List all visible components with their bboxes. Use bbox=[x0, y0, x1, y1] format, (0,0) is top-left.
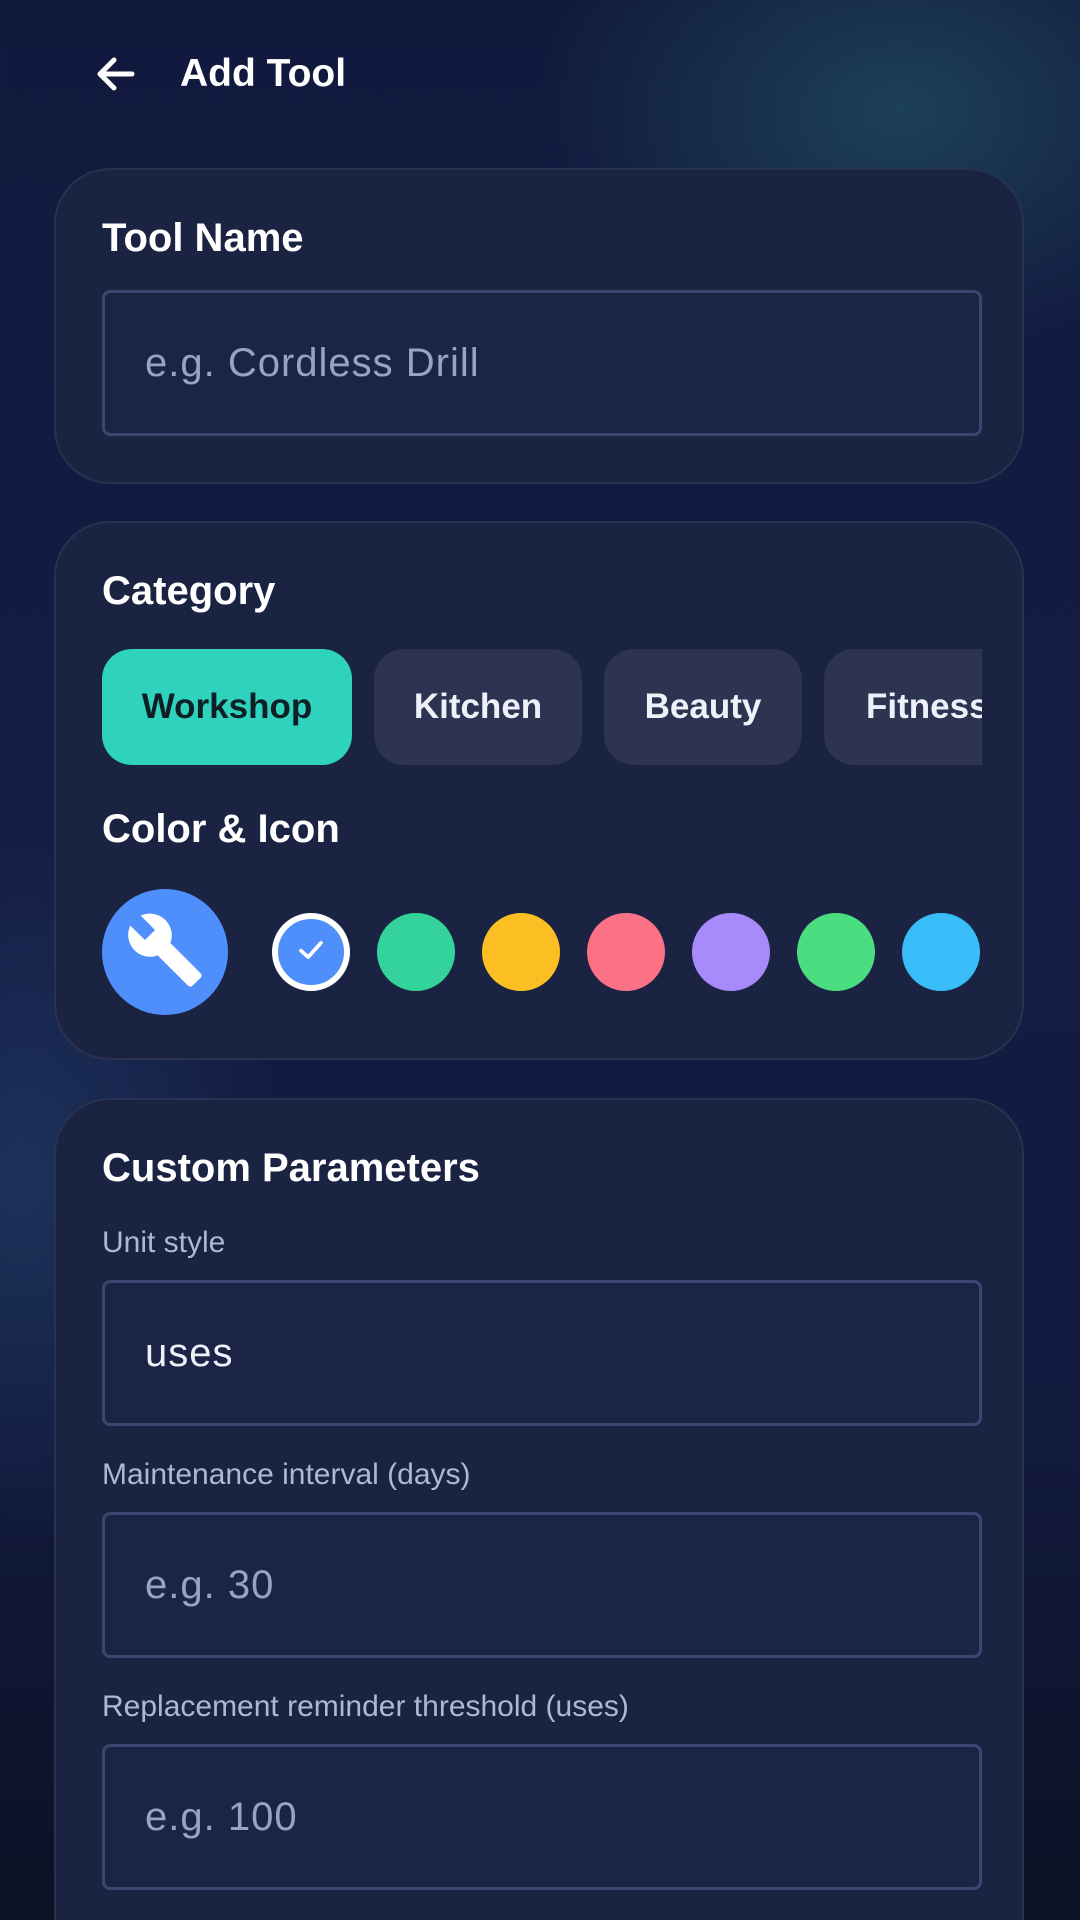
category-chip-kitchen[interactable]: Kitchen bbox=[374, 649, 582, 765]
unit-style-value: uses bbox=[145, 1330, 234, 1375]
color-swatch-teal[interactable] bbox=[377, 913, 455, 991]
back-button[interactable] bbox=[84, 44, 148, 108]
category-card: Category Workshop Kitchen Beauty Fitness… bbox=[54, 521, 1024, 1060]
tool-name-input[interactable]: e.g. Cordless Drill bbox=[102, 290, 982, 436]
maintenance-interval-input[interactable]: e.g. 30 bbox=[102, 1512, 982, 1658]
color-swatch-green[interactable] bbox=[797, 913, 875, 991]
unit-style-label: Unit style bbox=[102, 1226, 226, 1259]
color-swatch-pink[interactable] bbox=[587, 913, 665, 991]
custom-parameters-title: Custom Parameters bbox=[102, 1146, 480, 1190]
tool-name-label: Tool Name bbox=[102, 216, 304, 260]
tool-name-card: Tool Name e.g. Cordless Drill bbox=[54, 168, 1024, 484]
app-header: Add Tool bbox=[0, 0, 1080, 148]
category-label: Category bbox=[102, 569, 276, 613]
category-chip-beauty[interactable]: Beauty bbox=[604, 649, 802, 765]
category-chip-workshop[interactable]: Workshop bbox=[102, 649, 352, 765]
replacement-threshold-placeholder: e.g. 100 bbox=[145, 1794, 298, 1839]
arrow-left-icon bbox=[92, 50, 140, 103]
category-chip-row[interactable]: Workshop Kitchen Beauty Fitness bbox=[102, 649, 982, 767]
color-swatch-sky[interactable] bbox=[902, 913, 980, 991]
color-icon-label: Color & Icon bbox=[102, 807, 340, 851]
color-swatch-blue[interactable] bbox=[272, 913, 350, 991]
replacement-threshold-label: Replacement reminder threshold (uses) bbox=[102, 1690, 629, 1723]
custom-parameters-card: Custom Parameters Unit style uses Mainte… bbox=[54, 1098, 1024, 1920]
tool-icon-preview[interactable] bbox=[102, 889, 228, 1015]
wrench-icon bbox=[125, 910, 205, 995]
unit-style-input[interactable]: uses bbox=[102, 1280, 982, 1426]
maintenance-interval-placeholder: e.g. 30 bbox=[145, 1562, 275, 1607]
check-icon bbox=[294, 933, 328, 972]
tool-name-placeholder: e.g. Cordless Drill bbox=[145, 340, 480, 385]
color-swatch-purple[interactable] bbox=[692, 913, 770, 991]
maintenance-interval-label: Maintenance interval (days) bbox=[102, 1458, 471, 1491]
page-title: Add Tool bbox=[180, 52, 347, 95]
replacement-threshold-input[interactable]: e.g. 100 bbox=[102, 1744, 982, 1890]
color-swatch-yellow[interactable] bbox=[482, 913, 560, 991]
category-chip-fitness[interactable]: Fitness bbox=[824, 649, 982, 765]
